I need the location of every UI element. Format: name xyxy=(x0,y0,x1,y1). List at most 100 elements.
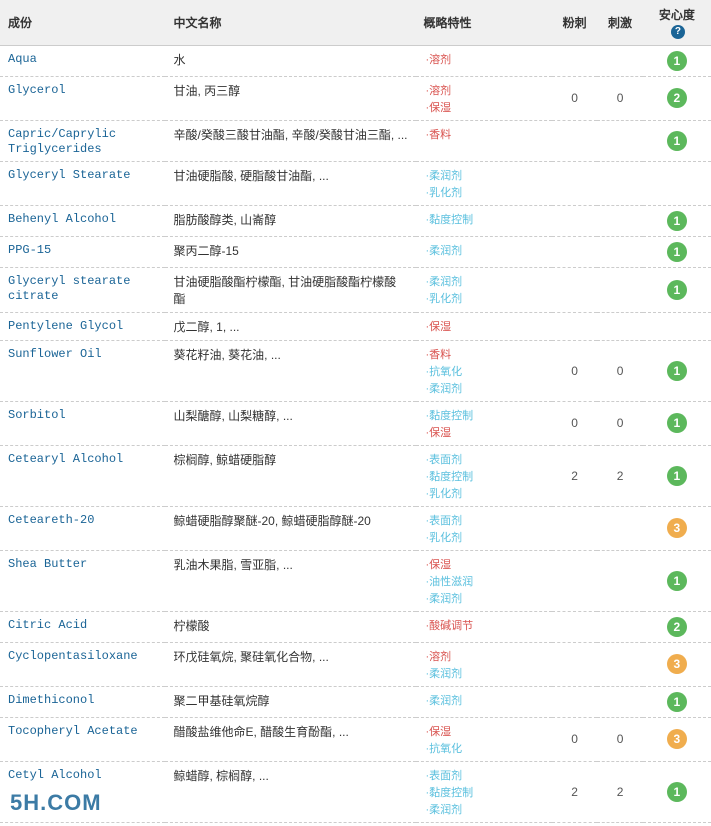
property-tag: ·柔润剂 xyxy=(424,692,544,708)
safety-badge-cell: 1 xyxy=(643,401,711,445)
safety-badge-cell: 1 xyxy=(643,445,711,506)
ingredient-name[interactable]: Cyclopentasiloxane xyxy=(8,649,138,663)
ingredient-name-cell: Behenyl Alcohol xyxy=(0,205,165,236)
ingredient-name[interactable]: Pentylene Glycol xyxy=(8,319,123,333)
chinese-name: 葵花籽油, 葵花油, ... xyxy=(173,348,280,362)
ingredient-name[interactable]: Capric/Caprylic xyxy=(8,127,116,141)
ingredient-table-container: 成份 中文名称 概略特性 粉刺 刺激 安心度 ? Aqua水·溶剂1Glycer… xyxy=(0,0,711,823)
ingredient-name[interactable]: Aqua xyxy=(8,52,37,66)
irritant-score xyxy=(597,550,642,611)
ingredient-name[interactable]: Behenyl Alcohol xyxy=(8,212,116,226)
ingredient-table: 成份 中文名称 概略特性 粉刺 刺激 安心度 ? Aqua水·溶剂1Glycer… xyxy=(0,0,711,823)
tags-cell: ·保湿·抗氧化 xyxy=(416,717,552,761)
chinese-name-cell: 醋酸盐维他命E, 醋酸生育酚酯, ... xyxy=(165,717,415,761)
ingredient-name[interactable]: Cetyl Alcohol xyxy=(8,768,102,782)
tags-cell: ·香料 xyxy=(416,120,552,161)
chinese-name-cell: 鲸蜡醇, 棕榈醇, ... xyxy=(165,761,415,822)
chinese-name-cell: 鲸蜡硬脂醇聚醚-20, 鲸蜡硬脂醇醚-20 xyxy=(165,506,415,550)
safety-badge: 1 xyxy=(667,242,687,262)
chinese-name: 甘油硬脂酸酯柠檬酯, 甘油硬脂酸酯柠檬酸酯 xyxy=(173,275,396,306)
property-tag: ·柔润剂 xyxy=(424,242,544,258)
safety-badge: 1 xyxy=(667,51,687,71)
property-tag: ·表面剂 xyxy=(424,512,544,528)
ingredient-name[interactable]: Glyceryl stearate citrate xyxy=(8,274,130,303)
safety-badge-cell: 3 xyxy=(643,717,711,761)
property-tag: ·抗氧化 xyxy=(424,740,544,756)
ingredient-name-cell: Glyceryl Stearate xyxy=(0,161,165,205)
ingredient-name[interactable]: Citric Acid xyxy=(8,618,87,632)
table-row: Cetyl Alcohol鲸蜡醇, 棕榈醇, ...·表面剂·黏度控制·柔润剂2… xyxy=(0,761,711,822)
ingredient-name-cell: Sorbitol xyxy=(0,401,165,445)
ingredient-name[interactable]: PPG-15 xyxy=(8,243,51,257)
ingredient-name[interactable]: Triglycerides xyxy=(8,142,102,156)
safety-badge: 1 xyxy=(667,131,687,151)
safety-badge-cell xyxy=(643,161,711,205)
tags-cell: ·黏度控制·保湿 xyxy=(416,401,552,445)
table-row: Glyceryl Stearate甘油硬脂酸, 硬脂酸甘油酯, ...·柔润剂·… xyxy=(0,161,711,205)
chinese-name-cell: 聚二甲基硅氧烷醇 xyxy=(165,686,415,717)
irritant-score xyxy=(597,506,642,550)
chinese-name: 聚丙二醇-15 xyxy=(173,244,238,258)
ingredient-name[interactable]: Sorbitol xyxy=(8,408,66,422)
tags-cell: ·酸碱调节 xyxy=(416,611,552,642)
property-tag: ·保湿 xyxy=(424,556,544,572)
chinese-name-cell: 环戊硅氧烷, 聚硅氧化合物, ... xyxy=(165,642,415,686)
chinese-name-cell: 甘油硬脂酸酯柠檬酯, 甘油硬脂酸酯柠檬酸酯 xyxy=(165,267,415,312)
ingredient-name[interactable]: Shea Butter xyxy=(8,557,87,571)
acne-score: 0 xyxy=(552,717,597,761)
ingredient-name[interactable]: Tocopheryl Acetate xyxy=(8,724,138,738)
ingredient-name[interactable]: Glyceryl Stearate xyxy=(8,168,130,182)
ingredient-name-cell: Dimethiconol xyxy=(0,686,165,717)
acne-score xyxy=(552,205,597,236)
tags-cell: ·柔润剂 xyxy=(416,236,552,267)
irritant-score: 2 xyxy=(597,445,642,506)
safety-badge: 2 xyxy=(667,88,687,108)
property-tag: ·保湿 xyxy=(424,318,544,334)
table-row: Cetearyl Alcohol棕榈醇, 鲸蜡硬脂醇·表面剂·黏度控制·乳化剂2… xyxy=(0,445,711,506)
chinese-name: 醋酸盐维他命E, 醋酸生育酚酯, ... xyxy=(173,725,348,739)
irritant-score xyxy=(597,642,642,686)
help-icon[interactable]: ? xyxy=(671,25,685,39)
chinese-name-cell: 水 xyxy=(165,45,415,76)
safety-label: 安心度 xyxy=(659,8,695,22)
ingredient-name[interactable]: Cetearyl Alcohol xyxy=(8,452,123,466)
safety-badge: 1 xyxy=(667,211,687,231)
table-row: Sunflower Oil葵花籽油, 葵花油, ...·香料·抗氧化·柔润剂00… xyxy=(0,340,711,401)
acne-score: 0 xyxy=(552,401,597,445)
acne-score: 2 xyxy=(552,761,597,822)
ingredient-name-cell: Glyceryl stearate citrate xyxy=(0,267,165,312)
ingredient-name[interactable]: Glycerol xyxy=(8,83,66,97)
property-tag: ·柔润剂 xyxy=(424,167,544,183)
property-tag: ·乳化剂 xyxy=(424,485,544,501)
chinese-name: 乳油木果脂, 雪亚脂, ... xyxy=(173,558,292,572)
safety-badge: 1 xyxy=(667,361,687,381)
chinese-name-cell: 甘油硬脂酸, 硬脂酸甘油酯, ... xyxy=(165,161,415,205)
irritant-score: 0 xyxy=(597,717,642,761)
ingredient-name-cell: Shea Butter xyxy=(0,550,165,611)
ingredient-name-cell: Aqua xyxy=(0,45,165,76)
ingredient-name-cell: Citric Acid xyxy=(0,611,165,642)
tags-cell: ·柔润剂 xyxy=(416,686,552,717)
property-tag: ·溶剂 xyxy=(424,51,544,67)
irritant-score xyxy=(597,161,642,205)
ingredient-name-cell: Cyclopentasiloxane xyxy=(0,642,165,686)
property-tag: ·黏度控制 xyxy=(424,211,544,227)
table-row: Sorbitol山梨醣醇, 山梨糖醇, ...·黏度控制·保湿001 xyxy=(0,401,711,445)
irritant-score xyxy=(597,611,642,642)
tags-cell: ·柔润剂·乳化剂 xyxy=(416,161,552,205)
property-tag: ·黏度控制 xyxy=(424,784,544,800)
chinese-name: 鲸蜡硬脂醇聚醚-20, 鲸蜡硬脂醇醚-20 xyxy=(173,514,370,528)
acne-score xyxy=(552,161,597,205)
ingredient-name[interactable]: Dimethiconol xyxy=(8,693,94,707)
safety-badge-cell: 1 xyxy=(643,120,711,161)
property-tag: ·油性滋润 xyxy=(424,573,544,589)
safety-badge-cell: 1 xyxy=(643,267,711,312)
chinese-name: 水 xyxy=(173,53,185,67)
ingredient-name[interactable]: Sunflower Oil xyxy=(8,347,102,361)
acne-score xyxy=(552,611,597,642)
tags-cell: ·香料·抗氧化·柔润剂 xyxy=(416,340,552,401)
safety-badge-cell xyxy=(643,312,711,340)
ingredient-name[interactable]: Ceteareth-20 xyxy=(8,513,94,527)
property-tag: ·柔润剂 xyxy=(424,665,544,681)
ingredient-name-cell: Tocopheryl Acetate xyxy=(0,717,165,761)
